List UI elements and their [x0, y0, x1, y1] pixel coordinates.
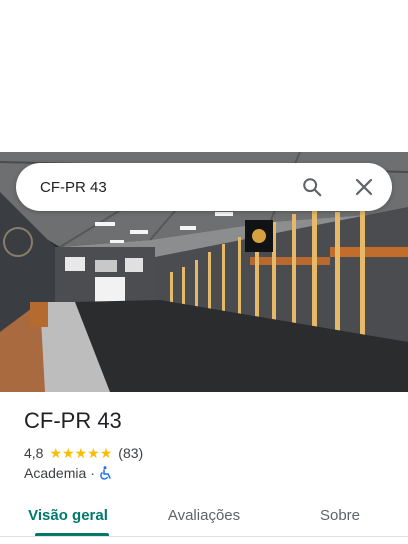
search-icon[interactable]: [296, 171, 328, 203]
tab-reviews[interactable]: Avaliações: [136, 494, 272, 536]
place-name: CF-PR 43: [24, 408, 122, 433]
place-category: Academia: [24, 465, 87, 481]
tab-overview[interactable]: Visão geral: [0, 494, 136, 536]
star-icon: ★: [99, 445, 113, 461]
search-query[interactable]: CF-PR 43: [40, 179, 296, 196]
tabs-divider: [0, 536, 408, 537]
star-icon: ★: [62, 445, 75, 461]
place-tabs: Visão geral Avaliações Sobre: [0, 494, 408, 536]
rating-value: 4,8: [24, 445, 44, 461]
rating-row[interactable]: 4,8 ★ ★ ★ ★ ★ (83): [24, 445, 143, 461]
star-icon: ★: [49, 445, 63, 461]
rating-stars: ★ ★ ★ ★ ★: [49, 446, 112, 460]
tab-about[interactable]: Sobre: [272, 494, 408, 536]
review-count[interactable]: (83): [118, 445, 143, 461]
map-blank-area: [0, 0, 408, 152]
star-icon: ★: [74, 445, 88, 461]
wheelchair-accessible-icon: [99, 466, 113, 480]
separator: ·: [90, 465, 95, 481]
search-bar[interactable]: CF-PR 43: [16, 163, 392, 211]
star-icon: ★: [87, 445, 100, 461]
category-row: Academia ·: [24, 465, 113, 481]
close-icon[interactable]: [348, 171, 380, 203]
